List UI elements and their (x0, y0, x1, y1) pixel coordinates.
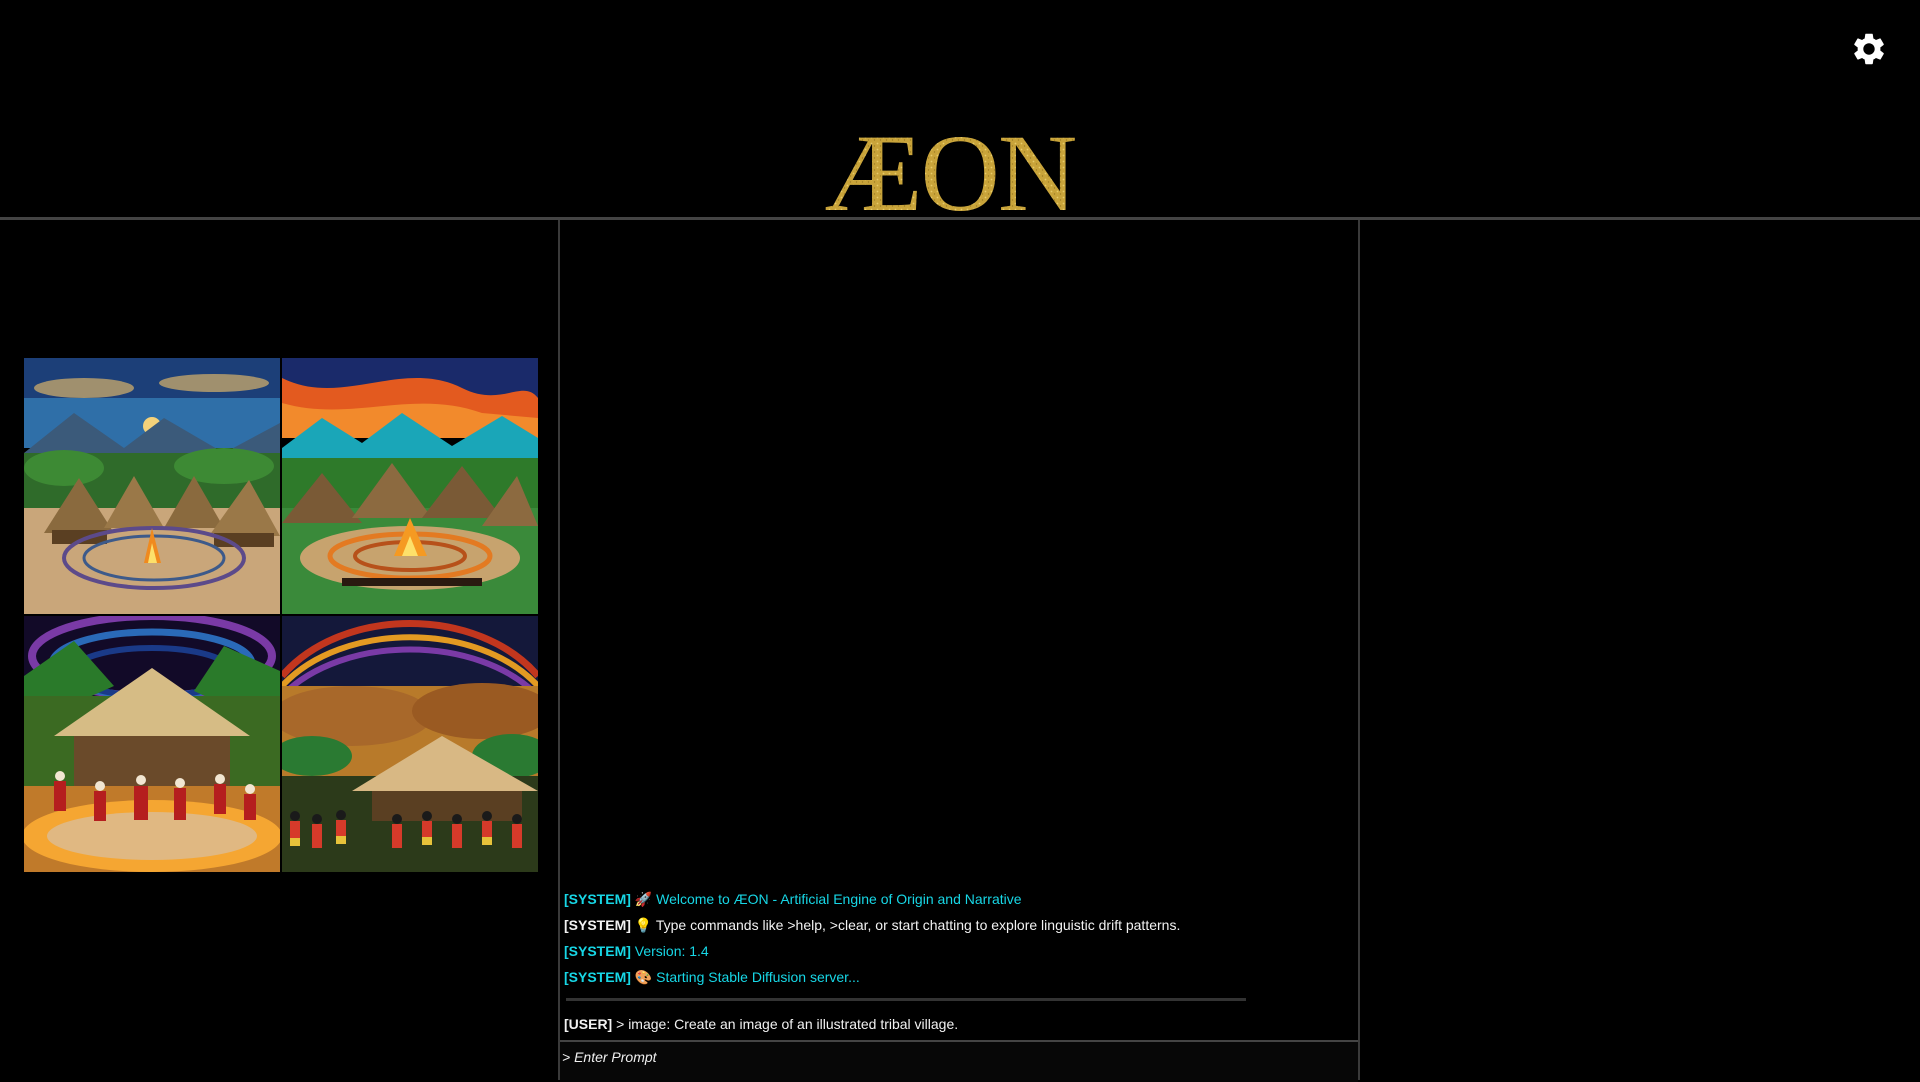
system-tag: [SYSTEM] (564, 917, 631, 933)
system-tag: [SYSTEM] (564, 943, 631, 959)
panel-divider (1358, 220, 1360, 1080)
message-text: Welcome to ÆON - Artificial Engine of Or… (656, 891, 1022, 907)
message-text: Starting Stable Diffusion server... (656, 969, 860, 985)
logo-text: ÆON (825, 112, 1076, 220)
divider (566, 998, 1246, 1001)
prompt-bar (560, 1040, 1358, 1082)
system-tag: [SYSTEM] (564, 969, 631, 985)
user-message: [USER] > image: Create an image of an il… (564, 1011, 1354, 1037)
image-gallery (24, 358, 538, 872)
message-text: > image: Create an image of an illustrat… (616, 1016, 959, 1032)
console-panel: [SYSTEM] 🚀 Welcome to ÆON - Artificial E… (560, 220, 1358, 1082)
message-text: Type commands like >help, >clear, or sta… (655, 917, 1181, 933)
palette-icon: 🎨 (634, 969, 653, 985)
gear-icon[interactable] (1850, 30, 1888, 68)
system-message-version: [SYSTEM] Version: 1.4 (564, 938, 1354, 964)
header: ÆON (0, 0, 1920, 234)
system-message-welcome: [SYSTEM] 🚀 Welcome to ÆON - Artificial E… (564, 886, 1354, 912)
system-message-diffusion: [SYSTEM] 🎨 Starting Stable Diffusion ser… (564, 964, 1354, 990)
village-image-2[interactable] (282, 358, 538, 614)
lightbulb-icon: 💡 (634, 917, 653, 933)
village-image-4[interactable] (282, 616, 538, 872)
prompt-input[interactable] (562, 1046, 1342, 1068)
village-image-1[interactable] (24, 358, 280, 614)
village-image-3[interactable] (24, 616, 280, 872)
system-message-help: [SYSTEM] 💡 Type commands like >help, >cl… (564, 912, 1354, 938)
console-log: [SYSTEM] 🚀 Welcome to ÆON - Artificial E… (564, 886, 1354, 1037)
left-panel (0, 220, 560, 1080)
message-text: Version: 1.4 (634, 943, 709, 959)
user-tag: [USER] (564, 1016, 613, 1032)
rocket-icon: 🚀 (634, 891, 653, 907)
system-tag: [SYSTEM] (564, 891, 631, 907)
aeon-logo: ÆON (780, 40, 1120, 234)
